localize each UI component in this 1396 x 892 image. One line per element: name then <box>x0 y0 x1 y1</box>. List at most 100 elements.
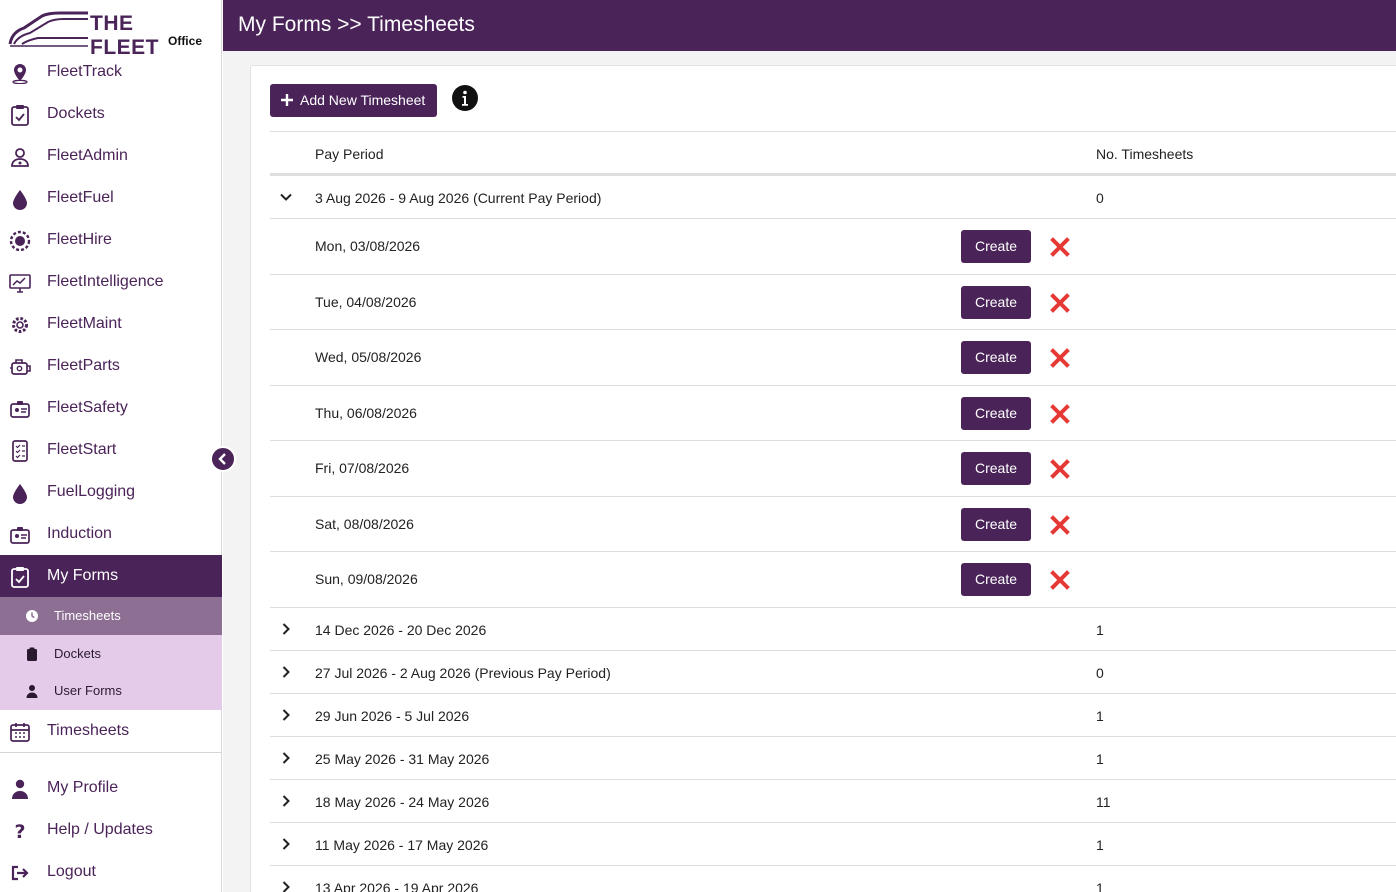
sidebar-subitem-user-forms[interactable]: User Forms <box>0 672 222 710</box>
safety-badge-icon <box>10 401 30 418</box>
create-button[interactable]: Create <box>961 507 1031 541</box>
info-icon[interactable] <box>452 85 478 111</box>
pay-period-label: 13 Apr 2026 - 19 Apr 2026 <box>315 879 479 892</box>
pay-period-label: 27 Jul 2026 - 2 Aug 2026 (Previous Pay P… <box>315 664 611 681</box>
create-button[interactable]: Create <box>961 230 1031 263</box>
chevron-down-icon[interactable] <box>279 190 293 204</box>
sidebar-item-fleetsafety[interactable]: FleetSafety <box>0 387 222 429</box>
close-icon[interactable] <box>1049 403 1071 425</box>
plus-icon <box>281 94 293 106</box>
id-card-icon <box>10 527 30 544</box>
column-header-pay-period: Pay Period <box>315 146 384 162</box>
sidebar-item-fleethire[interactable]: FleetHire <box>0 219 222 261</box>
my-forms-submenu: Timesheets Dockets User Forms <box>0 597 222 710</box>
sidebar-item-fleetstart[interactable]: FleetStart <box>0 429 222 471</box>
create-button[interactable]: Create <box>961 452 1031 485</box>
sidebar-item-fleetmaint[interactable]: FleetMaint <box>0 303 222 345</box>
timesheet-count: 1 <box>1096 750 1104 767</box>
sidebar-item-my-profile[interactable]: My Profile <box>0 767 222 809</box>
sidebar-item-induction[interactable]: Induction <box>0 513 222 555</box>
close-icon[interactable] <box>1049 347 1071 369</box>
create-button[interactable]: Create <box>961 396 1031 430</box>
table-row-period[interactable]: 29 Jun 2026 - 5 Jul 2026 1 <box>270 692 1396 736</box>
logo[interactable]: THE FLEET Office <box>8 6 208 59</box>
sidebar-subitem-dockets[interactable]: Dockets <box>0 635 222 673</box>
sidebar-item-dockets[interactable]: Dockets <box>0 93 222 135</box>
day-rows: Mon, 03/08/2026 Create Tue, 04/08/2026 Crea… <box>270 218 1396 607</box>
chevron-left-icon <box>218 453 226 465</box>
day-label: Sun, 09/08/2026 <box>315 571 418 587</box>
table-row-period[interactable]: 11 May 2026 - 17 May 2026 1 <box>270 821 1396 865</box>
sidebar-item-fuellogging[interactable]: FuelLogging <box>0 471 222 513</box>
pay-period-label: 3 Aug 2026 - 9 Aug 2026 (Current Pay Per… <box>315 190 602 206</box>
sidebar-item-label: FleetSafety <box>47 399 128 416</box>
sidebar-item-my-forms[interactable]: My Forms <box>0 555 222 597</box>
table-row-period[interactable]: 13 Apr 2026 - 19 Apr 2026 1 <box>270 864 1396 892</box>
close-icon[interactable] <box>1049 514 1071 536</box>
timesheet-count: 1 <box>1096 621 1104 638</box>
sidebar-item-label: FleetStart <box>47 441 117 458</box>
chevron-right-icon[interactable] <box>279 794 293 808</box>
timesheet-count: 11 <box>1096 793 1111 810</box>
sidebar-item-fleetadmin[interactable]: FleetAdmin <box>0 135 222 177</box>
clipboard-check-icon <box>11 567 29 588</box>
sidebar-item-fleetparts[interactable]: FleetParts <box>0 345 222 387</box>
table-row-period[interactable]: 27 Jul 2026 - 2 Aug 2026 (Previous Pay P… <box>270 649 1396 693</box>
chevron-right-icon[interactable] <box>279 751 293 765</box>
sidebar-item-logout[interactable]: Logout <box>0 851 222 892</box>
sidebar-nav: FleetTrack Dockets FleetAdmin FleetFuel … <box>0 51 222 892</box>
timesheet-count: 1 <box>1096 707 1104 724</box>
create-button[interactable]: Create <box>961 285 1031 319</box>
table-row-day: Wed, 05/08/2026 Create <box>270 329 1396 385</box>
sidebar-item-help-updates[interactable]: ? Help / Updates <box>0 809 222 851</box>
clock-icon <box>26 610 38 622</box>
table-row-period[interactable]: 18 May 2026 - 24 May 2026 11 <box>270 778 1396 822</box>
chevron-right-icon[interactable] <box>279 880 293 892</box>
pay-period-label: 25 May 2026 - 31 May 2026 <box>315 750 490 767</box>
sidebar-subitem-label: Timesheets <box>54 608 121 624</box>
sidebar-subitem-label: Dockets <box>54 645 101 661</box>
table-row-day: Tue, 04/08/2026 Create <box>270 273 1396 330</box>
sidebar-item-fleetintelligence[interactable]: FleetIntelligence <box>0 261 222 303</box>
close-icon[interactable] <box>1049 458 1071 480</box>
user-icon <box>26 685 38 698</box>
chevron-right-icon[interactable] <box>279 708 293 722</box>
day-label: Tue, 04/08/2026 <box>315 293 417 310</box>
sidebar-collapse-button[interactable] <box>210 446 236 472</box>
chevron-right-icon[interactable] <box>279 622 293 636</box>
table-row-period[interactable]: 25 May 2026 - 31 May 2026 1 <box>270 735 1396 779</box>
create-button[interactable]: Create <box>961 563 1031 596</box>
close-icon[interactable] <box>1049 292 1071 314</box>
pay-period-label: 29 Jun 2026 - 5 Jul 2026 <box>315 707 470 724</box>
timesheets-table: Pay Period No. Timesheets 3 Aug 2026 - 9… <box>270 131 1396 892</box>
page-title: My Forms >> Timesheets <box>238 13 475 36</box>
sidebar-item-label: FleetIntelligence <box>47 273 164 290</box>
create-button[interactable]: Create <box>961 341 1031 374</box>
clipboard-check-icon <box>11 105 29 126</box>
sidebar-subitem-timesheets[interactable]: Timesheets <box>0 597 222 635</box>
sidebar-item-timesheets[interactable]: Timesheets <box>0 710 222 752</box>
chevron-right-icon[interactable] <box>279 837 293 851</box>
sidebar-item-label: FleetFuel <box>47 189 114 206</box>
table-row-day: Mon, 03/08/2026 Create <box>270 218 1396 274</box>
sidebar-item-label: FuelLogging <box>47 483 136 500</box>
column-header-no-timesheets: No. Timesheets <box>1096 146 1194 162</box>
sidebar-item-fleetfuel[interactable]: FleetFuel <box>0 177 222 219</box>
sidebar-item-label: Timesheets <box>47 721 130 739</box>
clipboard-icon <box>27 647 37 661</box>
sidebar-item-fleettrack[interactable]: FleetTrack <box>0 51 222 93</box>
engine-icon <box>10 359 31 375</box>
close-icon[interactable] <box>1049 236 1071 258</box>
sidebar-item-label: My Profile <box>47 778 119 796</box>
table-row-current-period[interactable]: 3 Aug 2026 - 9 Aug 2026 (Current Pay Per… <box>270 175 1396 218</box>
close-icon[interactable] <box>1049 569 1071 591</box>
sidebar-item-label: My Forms <box>47 567 119 584</box>
sidebar-item-label: Dockets <box>47 105 105 122</box>
sidebar-item-label: FleetTrack <box>47 63 122 80</box>
chevron-right-icon[interactable] <box>279 665 293 679</box>
sidebar-item-label: FleetParts <box>47 357 120 374</box>
add-new-timesheet-button[interactable]: Add New Timesheet <box>270 84 437 117</box>
svg-text:?: ? <box>14 821 25 842</box>
timesheet-count: 0 <box>1096 190 1104 206</box>
table-row-period[interactable]: 14 Dec 2026 - 20 Dec 2026 1 <box>270 606 1396 650</box>
